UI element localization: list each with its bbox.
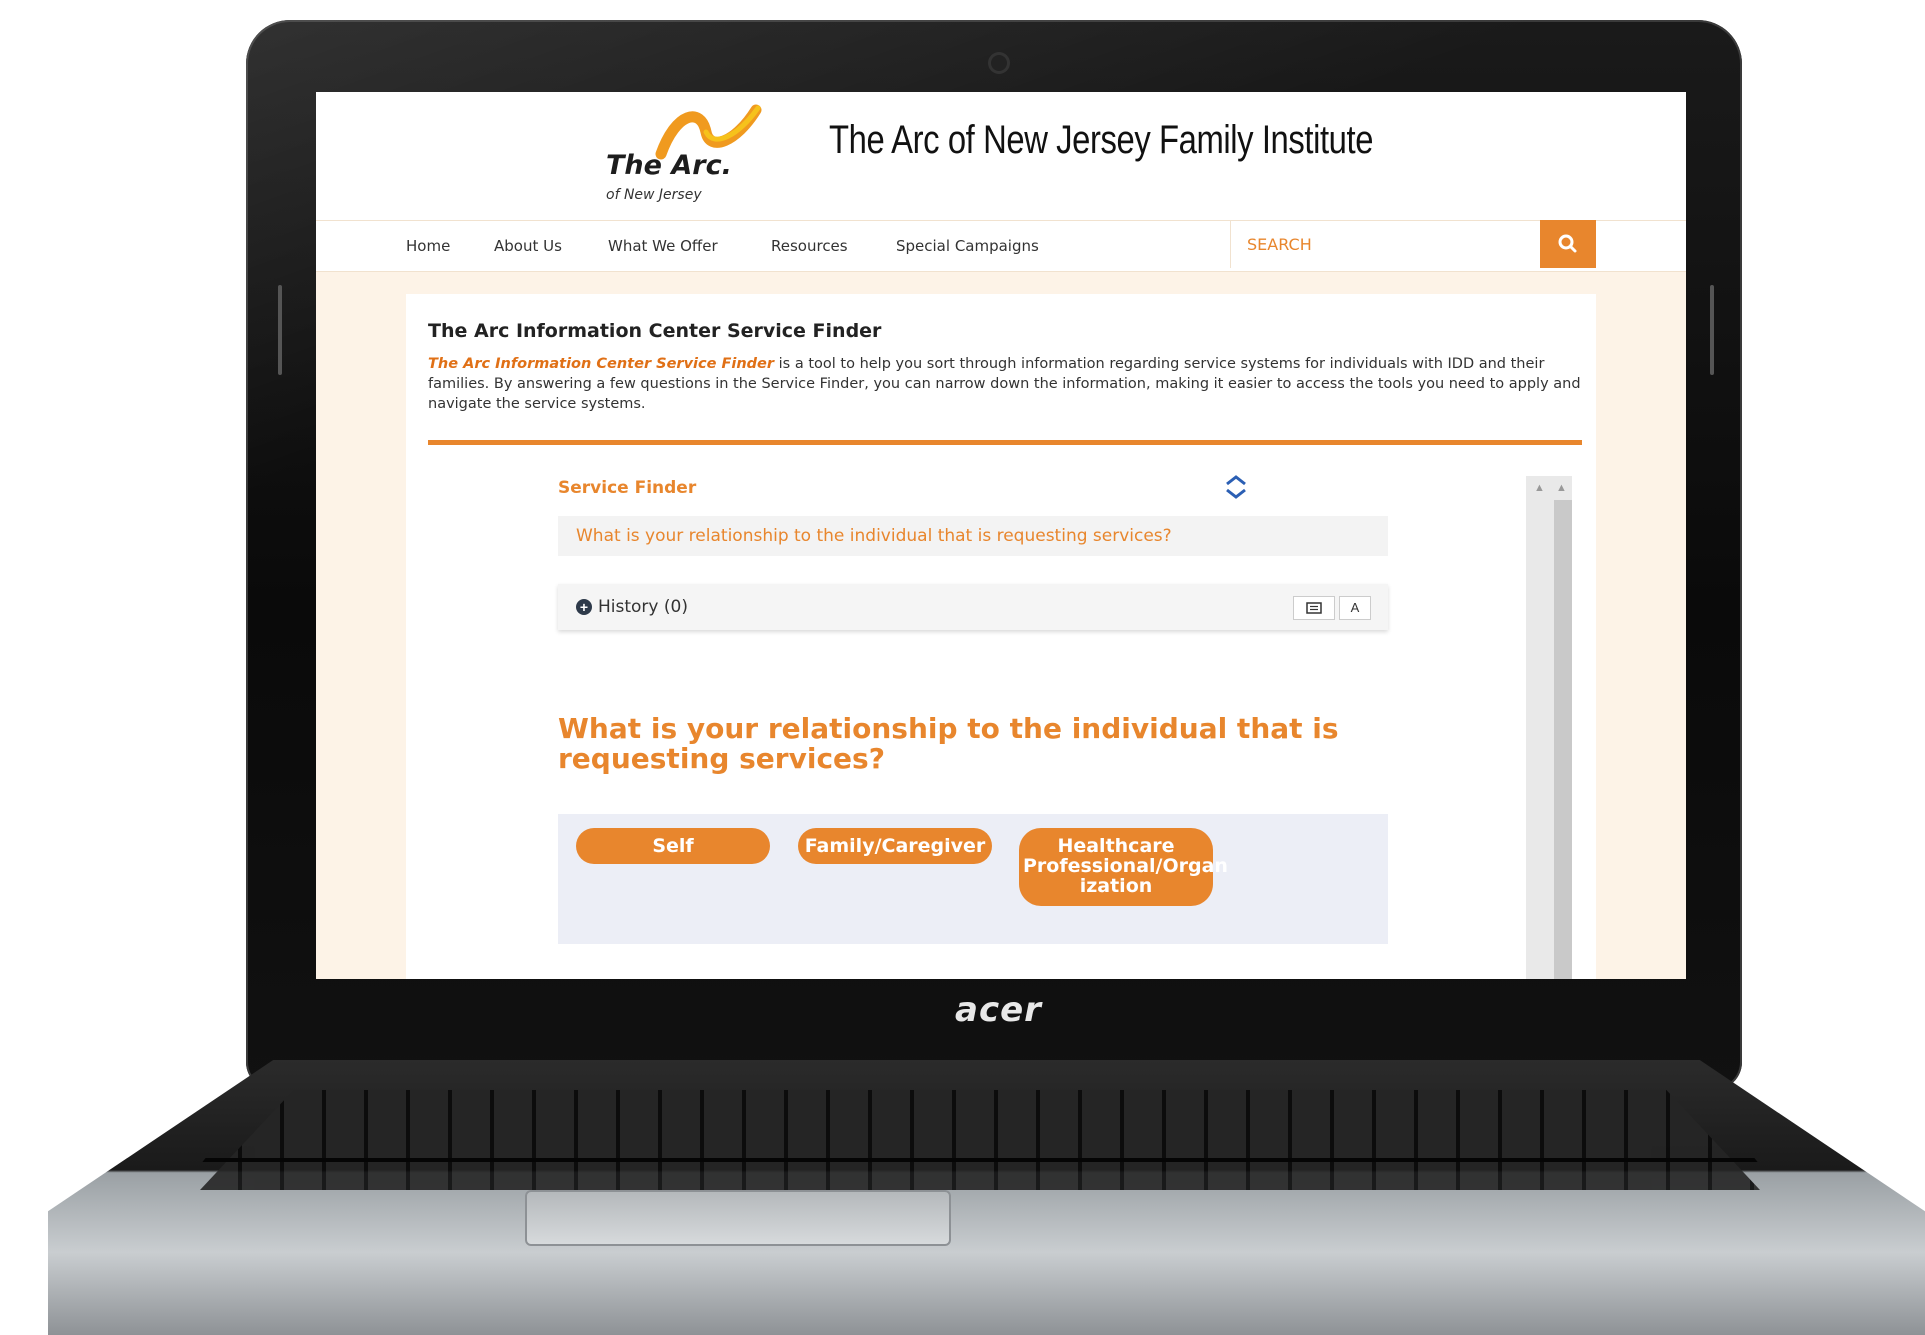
search-input[interactable]: SEARCH: [1230, 220, 1541, 268]
answer-options: Self Family/Caregiver Healthcare Profess…: [558, 814, 1388, 944]
question-heading: What is your relationship to the individ…: [558, 712, 1339, 775]
touchpad: [525, 1190, 951, 1246]
current-question-bar: What is your relationship to the individ…: [558, 516, 1388, 556]
laptop-brand-logo: acer: [955, 990, 1042, 1030]
bezel-detail-left: [278, 285, 282, 375]
nav-item-special-campaigns[interactable]: Special Campaigns: [896, 237, 1039, 255]
nav-item-home[interactable]: Home: [406, 237, 450, 255]
current-question-text: What is your relationship to the individ…: [576, 526, 1172, 546]
nav-item-resources[interactable]: Resources: [771, 237, 848, 255]
page-title: The Arc Information Center Service Finde…: [428, 320, 882, 342]
option-family-caregiver-button[interactable]: Family/Caregiver: [798, 828, 992, 864]
logo-subtitle: of New Jersey: [606, 187, 702, 203]
page-description: The Arc Information Center Service Finde…: [428, 354, 1588, 414]
scroll-up-arrow-icon-2[interactable]: ▲: [1556, 482, 1567, 494]
keyboard-rows: [180, 1130, 1780, 1190]
option-healthcare-professional-button[interactable]: Healthcare Professional/Organ ization: [1019, 828, 1228, 906]
option-self-button[interactable]: Self: [576, 828, 770, 864]
list-icon: [1306, 602, 1322, 614]
bezel-detail-right: [1710, 285, 1714, 375]
scrollbar[interactable]: ▲ ▲: [1526, 476, 1572, 979]
service-finder-heading: Service Finder: [558, 478, 697, 498]
history-panel[interactable]: + History (0) A: [558, 584, 1388, 630]
swap-arrows-icon[interactable]: [1223, 474, 1249, 507]
transcript-button[interactable]: [1293, 596, 1335, 620]
search-icon: [1558, 234, 1577, 253]
orange-divider: [428, 440, 1582, 445]
description-link[interactable]: The Arc Information Center Service Finde…: [428, 356, 774, 372]
webcam: [988, 52, 1010, 74]
site-header: The Arc. of New Jersey The Arc of New Je…: [316, 92, 1686, 220]
logo-wordmark: The Arc.: [606, 150, 732, 181]
search-button[interactable]: [1540, 220, 1596, 268]
site-title: The Arc of New Jersey Family Institute: [829, 118, 1374, 162]
scroll-up-arrow-icon[interactable]: ▲: [1534, 482, 1545, 494]
history-label[interactable]: History (0): [598, 597, 688, 617]
laptop-screen: The Arc. of New Jersey The Arc of New Je…: [316, 92, 1686, 979]
nav-item-about-us[interactable]: About Us: [494, 237, 562, 255]
nav-item-what-we-offer[interactable]: What We Offer: [608, 237, 718, 255]
search-placeholder: SEARCH: [1247, 235, 1312, 254]
plus-circle-icon[interactable]: +: [576, 599, 592, 615]
text-size-button[interactable]: A: [1339, 596, 1371, 620]
service-finder-widget: Service Finder What is your relationship…: [428, 464, 1582, 979]
site-logo[interactable]: The Arc. of New Jersey: [606, 102, 796, 212]
scrollbar-thumb[interactable]: [1554, 500, 1572, 979]
main-content: The Arc Information Center Service Finde…: [406, 294, 1596, 979]
